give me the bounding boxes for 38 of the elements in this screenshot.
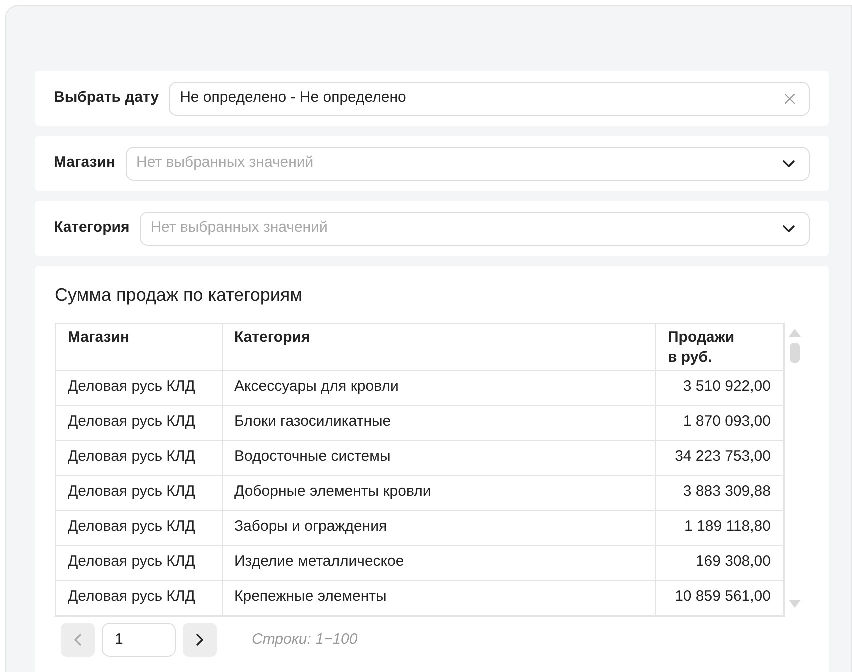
table-cell: Изделие металлическое [222, 545, 656, 580]
table-cell: Заборы и ограждения [222, 510, 656, 545]
filter-label: Категория [54, 218, 130, 238]
select-placeholder: Нет выбранных значений [150, 218, 329, 238]
table-cell: Деловая русь КЛД [56, 405, 222, 440]
table-cell: 1 870 093,00 [656, 405, 784, 440]
table-cell: 1 189 118,80 [656, 510, 784, 545]
filter-label: Магазин [54, 153, 116, 174]
table-cell: 169 308,00 [656, 545, 784, 580]
table-cell: Водосточные системы [222, 440, 656, 475]
table-cell: Деловая русь КЛД [56, 510, 222, 545]
table-cell: 34 223 753,00 [656, 440, 784, 475]
report-title: Сумма продаж по категориям [55, 284, 304, 307]
column-header: Категория [222, 324, 656, 370]
filter-label: Выбрать дату [54, 88, 160, 108]
table-cell: Аксессуары для кровли [222, 370, 656, 405]
next-page-button[interactable] [183, 623, 217, 657]
scrollbar-thumb[interactable] [790, 343, 800, 363]
table-cell: Деловая русь КЛД [56, 580, 222, 615]
date-value: Не определено - Не определено [180, 88, 408, 108]
column-header: Продажи в руб. [656, 324, 784, 370]
select-placeholder: Нет выбранных значений [136, 153, 315, 174]
rows-info: Строки: 1−100 [252, 630, 358, 650]
table-cell: Деловая русь КЛД [56, 440, 222, 475]
scroll-down-icon[interactable] [789, 600, 801, 608]
table-cell: 3 510 922,00 [656, 370, 784, 405]
table-cell: Деловая русь КЛД [56, 545, 222, 580]
scroll-up-icon[interactable] [789, 329, 801, 337]
page-field[interactable]: 1 [102, 623, 176, 657]
table-cell: Доборные элементы кровли [222, 475, 656, 510]
table-cell: Крепежные элементы [222, 580, 656, 615]
table-cell: 10 859 561,00 [656, 580, 784, 615]
table-cell: Блоки газосиликатные [222, 405, 656, 440]
table-cell: Деловая русь КЛД [56, 370, 222, 405]
table-cell: Деловая русь КЛД [56, 475, 222, 510]
date-field[interactable]: Не определено - Не определено [169, 82, 810, 116]
column-header: Магазин [56, 324, 222, 370]
table-cell: 3 883 309,88 [656, 475, 784, 510]
